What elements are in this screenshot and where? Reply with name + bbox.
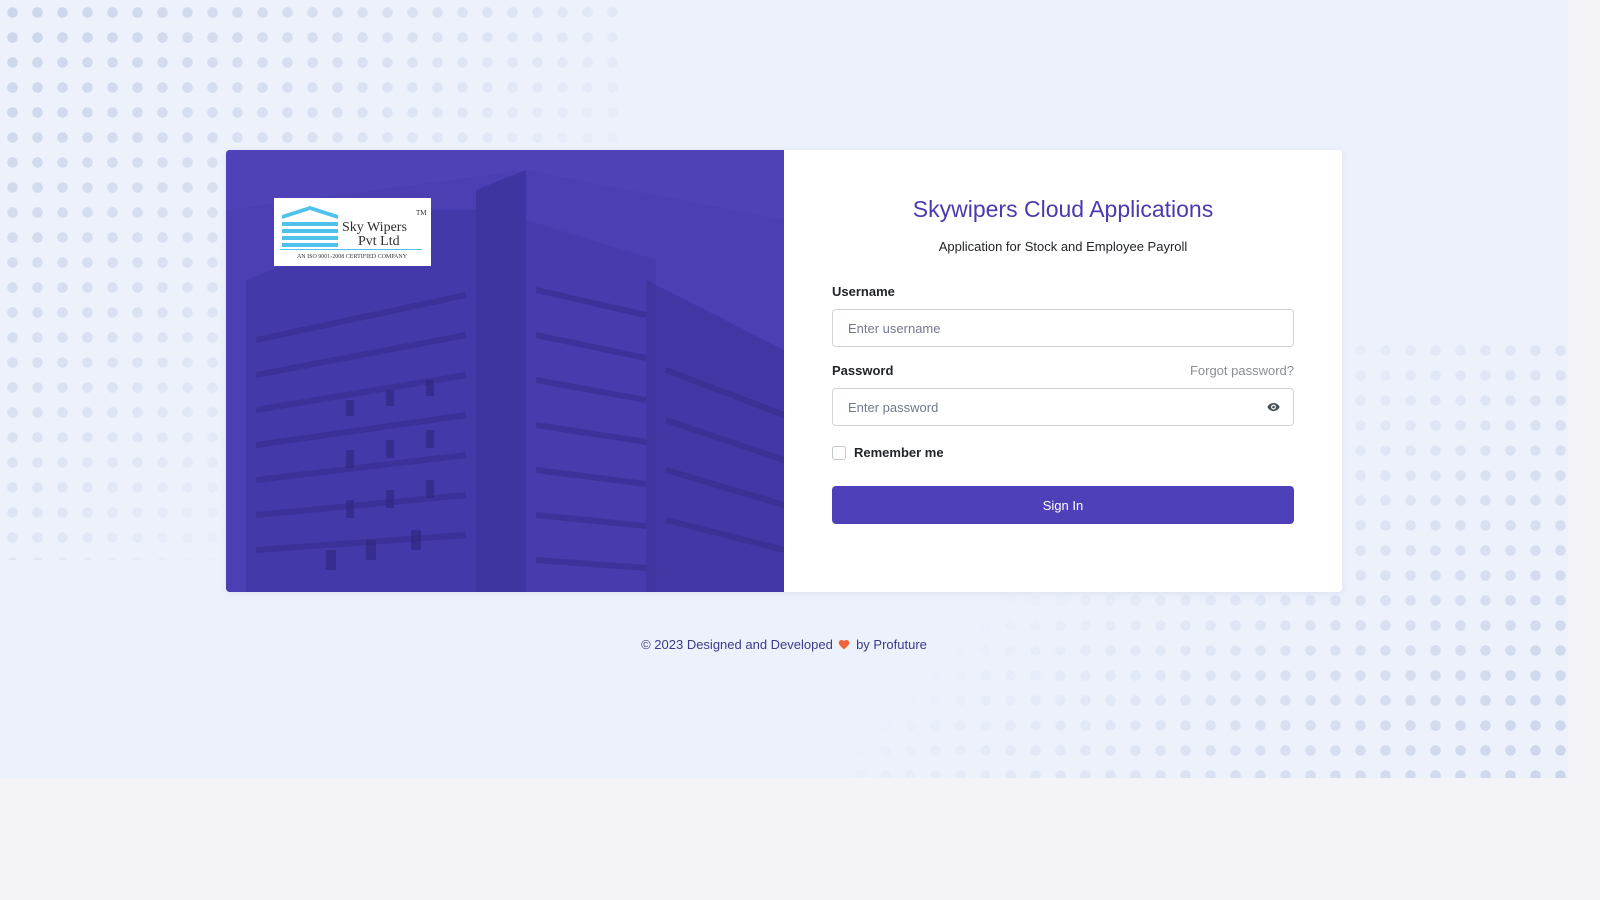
username-input[interactable] [832, 309, 1294, 347]
username-group: Username [832, 284, 1294, 347]
svg-text:Sky Wipers: Sky Wipers [342, 220, 407, 235]
hero-panel: TM Sky Wipers Pvt Ltd AN ISO 9001-2008 C… [226, 150, 784, 592]
password-label: Password [832, 363, 894, 378]
footer: © 2023 Designed and Developed by Profutu… [226, 637, 1342, 652]
svg-text:AN ISO 9001-2008 CERTIFIED COM: AN ISO 9001-2008 CERTIFIED COMPANY [297, 254, 408, 260]
password-group: Password Forgot password? [832, 363, 1294, 426]
heart-icon [839, 640, 850, 650]
remember-me-checkbox[interactable] [832, 445, 846, 460]
remember-me-label[interactable]: Remember me [854, 445, 944, 460]
footer-copyright: © 2023 Designed and Developed [641, 637, 833, 652]
app-title: Skywipers Cloud Applications [912, 196, 1214, 222]
forgot-password-link[interactable]: Forgot password? [1190, 363, 1294, 378]
app-subtitle: Application for Stock and Employee Payro… [938, 239, 1188, 254]
svg-text:Pvt Ltd: Pvt Ltd [358, 234, 400, 249]
login-card: TM Sky Wipers Pvt Ltd AN ISO 9001-2008 C… [226, 150, 1342, 592]
password-input[interactable] [832, 388, 1294, 426]
login-form-panel: Skywipers Cloud Applications Application… [784, 150, 1342, 592]
sign-in-button[interactable]: Sign In [832, 486, 1294, 524]
username-label: Username [832, 284, 895, 299]
svg-text:TM: TM [416, 209, 427, 217]
footer-credit: by Profuture [856, 637, 927, 652]
company-logo: TM Sky Wipers Pvt Ltd AN ISO 9001-2008 C… [274, 198, 431, 266]
remember-me-row: Remember me [832, 445, 1294, 460]
eye-icon[interactable] [1267, 401, 1280, 413]
